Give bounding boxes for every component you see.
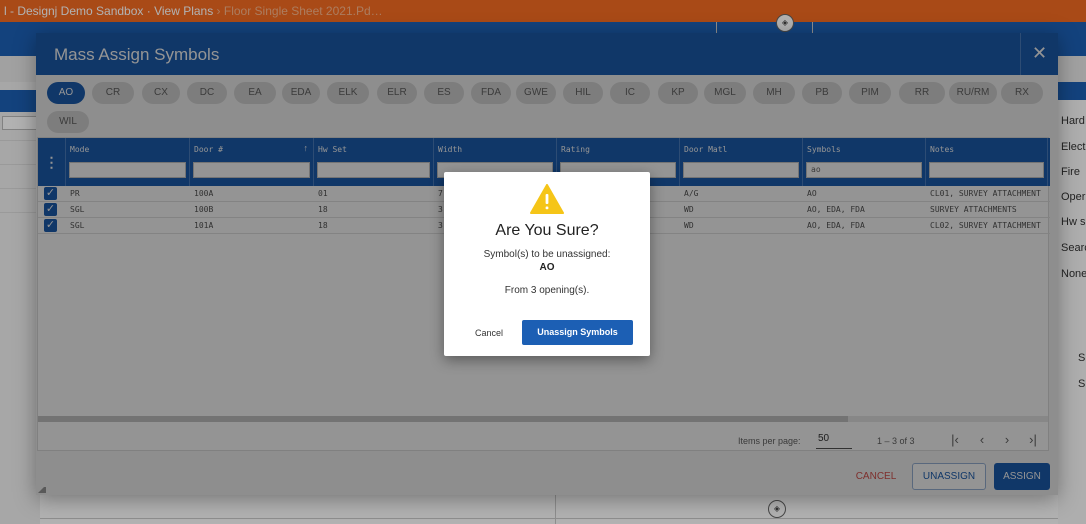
confirm-cancel-button[interactable]: Cancel [464,322,514,344]
confirm-dialog: Are You Sure? Symbol(s) to be unassigned… [444,172,650,356]
warning-icon [530,184,564,214]
unassign-symbols-button[interactable]: Unassign Symbols [522,320,633,345]
confirm-title: Are You Sure? [495,222,599,239]
confirm-openings-count: From 3 opening(s). [504,285,590,296]
confirm-symbols: AO [539,262,555,273]
confirm-message: Symbol(s) to be unassigned: [483,249,611,260]
